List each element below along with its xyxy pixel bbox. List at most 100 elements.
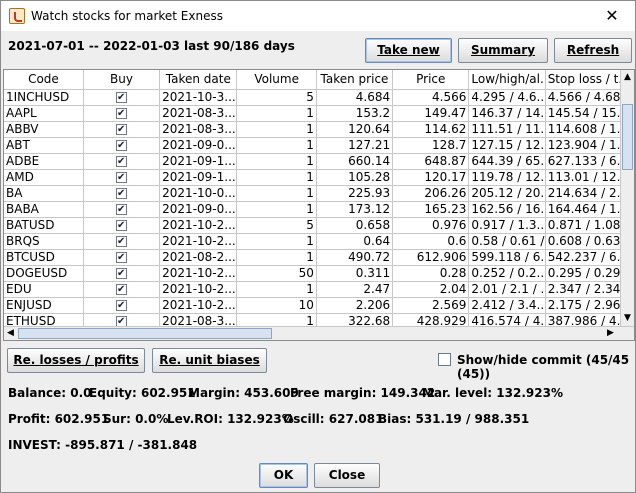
cell-volume[interactable]: 1 (236, 153, 317, 170)
buy-checkbox[interactable] (116, 202, 128, 216)
cell-stop-loss[interactable]: 4.566 / 4.684 (545, 89, 623, 106)
cell-stop-loss[interactable]: 0.295 / 0.299 (545, 265, 623, 282)
col-header-stop-loss[interactable]: Stop loss / t... (545, 70, 623, 90)
cell-taken-price[interactable]: 173.12 (316, 201, 394, 218)
cell-taken-date[interactable]: 2021-10-2... (159, 217, 238, 234)
col-header-price[interactable]: Price (392, 70, 470, 90)
cell-taken-date[interactable]: 2021-10-3... (159, 89, 238, 106)
table-row[interactable]: EDU 2021-10-2...12.472.042.01 / 2.1 / ...… (4, 281, 623, 298)
close-button[interactable]: Close (314, 463, 380, 488)
cell-code[interactable]: ADBE (4, 153, 84, 170)
cell-stop-loss[interactable]: 164.464 / 1... (545, 201, 623, 218)
cell-taken-date[interactable]: 2021-09-1... (159, 169, 238, 186)
cell-taken-price[interactable]: 490.72 (316, 249, 394, 266)
cell-stop-loss[interactable]: 114.608 / 1... (545, 121, 623, 138)
cell-low-high[interactable]: 0.252 / 0.2... (468, 265, 546, 282)
cell-buy[interactable] (83, 185, 161, 202)
show-hide-commit-label[interactable]: Show/hide commit (45/45 (45)) (457, 353, 635, 381)
cell-buy[interactable] (83, 105, 161, 122)
buy-checkbox[interactable] (116, 282, 128, 296)
cell-price[interactable]: 648.87 (392, 153, 470, 170)
cell-taken-price[interactable]: 2.47 (316, 281, 394, 298)
window-close-button[interactable]: ✕ (589, 1, 635, 31)
cell-taken-date[interactable]: 2021-10-2... (159, 297, 238, 314)
cell-code[interactable]: DOGEUSD (4, 265, 84, 282)
cell-code[interactable]: AAPL (4, 105, 84, 122)
cell-taken-price[interactable]: 660.14 (316, 153, 394, 170)
cell-low-high[interactable]: 0.917 / 1.3... (468, 217, 546, 234)
buy-checkbox[interactable] (116, 234, 128, 248)
buy-checkbox[interactable] (116, 266, 128, 280)
cell-stop-loss[interactable]: 113.01 / 12... (545, 169, 623, 186)
cell-volume[interactable]: 10 (236, 297, 317, 314)
cell-price[interactable]: 0.976 (392, 217, 470, 234)
buy-checkbox[interactable] (116, 250, 128, 264)
cell-code[interactable]: EDU (4, 281, 84, 298)
buy-checkbox[interactable] (116, 170, 128, 184)
buy-checkbox[interactable] (116, 106, 128, 120)
cell-code[interactable]: ABT (4, 137, 84, 154)
cell-low-high[interactable]: 0.58 / 0.61 /... (468, 233, 546, 250)
cell-price[interactable]: 206.26 (392, 185, 470, 202)
cell-taken-price[interactable]: 105.28 (316, 169, 394, 186)
cell-taken-price[interactable]: 0.658 (316, 217, 394, 234)
cell-taken-price[interactable]: 127.21 (316, 137, 394, 154)
horizontal-scroll-thumb[interactable] (18, 328, 272, 339)
cell-price[interactable]: 120.17 (392, 169, 470, 186)
cell-buy[interactable] (83, 297, 161, 314)
horizontal-scrollbar[interactable]: ◀ ▶ (4, 326, 634, 340)
cell-taken-price[interactable]: 225.93 (316, 185, 394, 202)
cell-taken-date[interactable]: 2021-08-3... (159, 121, 238, 138)
cell-buy[interactable] (83, 169, 161, 186)
cell-code[interactable]: BABA (4, 201, 84, 218)
cell-code[interactable]: ENJUSD (4, 297, 84, 314)
col-header-taken-price[interactable]: Taken price (316, 70, 394, 90)
stocks-table[interactable]: Code Buy Taken date Volume Taken price P… (3, 69, 635, 341)
cell-stop-loss[interactable]: 0.871 / 1.082 (545, 217, 623, 234)
cell-price[interactable]: 4.566 (392, 89, 470, 106)
buy-checkbox[interactable] (116, 298, 128, 312)
cell-stop-loss[interactable]: 2.175 / 2.962 (545, 297, 623, 314)
table-row[interactable]: 1INCHUSD 2021-10-3...54.6844.5664.295 / 4… (4, 89, 623, 106)
buy-checkbox[interactable] (116, 186, 128, 200)
table-row[interactable]: BATUSD 2021-10-2...50.6580.9760.917 / 1.3… (4, 217, 623, 234)
cell-code[interactable]: AMD (4, 169, 84, 186)
cell-taken-price[interactable]: 153.2 (316, 105, 394, 122)
cell-taken-price[interactable]: 2.206 (316, 297, 394, 314)
take-new-button[interactable]: Take new (365, 38, 452, 63)
cell-volume[interactable]: 1 (236, 281, 317, 298)
scroll-up-arrow-icon[interactable]: ▲ (624, 72, 631, 82)
cell-low-high[interactable]: 2.01 / 2.1 / ... (468, 281, 546, 298)
col-header-low-high[interactable]: Low/high/al... (468, 70, 546, 90)
cell-low-high[interactable]: 2.412 / 3.4... (468, 297, 546, 314)
cell-low-high[interactable]: 205.12 / 20... (468, 185, 546, 202)
cell-stop-loss[interactable]: 214.634 / 2... (545, 185, 623, 202)
cell-stop-loss[interactable]: 145.54 / 15... (545, 105, 623, 122)
cell-code[interactable]: ABBV (4, 121, 84, 138)
cell-taken-date[interactable]: 2021-09-1... (159, 153, 238, 170)
cell-buy[interactable] (83, 249, 161, 266)
vertical-scrollbar[interactable]: ▲ ▼ (620, 70, 634, 326)
summary-button[interactable]: Summary (458, 38, 548, 63)
cell-low-high[interactable]: 599.118 / 6... (468, 249, 546, 266)
scroll-left-arrow-icon[interactable]: ◀ (7, 328, 14, 338)
table-row[interactable]: ABT 2021-09-0...1127.21128.7127.15 / 12..… (4, 137, 623, 154)
col-header-code[interactable]: Code (4, 70, 84, 90)
re-unit-biases-button[interactable]: Re. unit biases (152, 348, 267, 373)
cell-buy[interactable] (83, 265, 161, 282)
cell-taken-date[interactable]: 2021-10-2... (159, 265, 238, 282)
cell-volume[interactable]: 1 (236, 121, 317, 138)
cell-price[interactable]: 0.28 (392, 265, 470, 282)
cell-volume[interactable]: 50 (236, 265, 317, 282)
table-row[interactable]: BRQS 2021-10-2...10.640.60.58 / 0.61 /...… (4, 233, 623, 250)
show-hide-commit-checkbox[interactable] (438, 353, 451, 366)
cell-buy[interactable] (83, 121, 161, 138)
scroll-down-arrow-icon[interactable]: ▼ (624, 313, 631, 323)
cell-stop-loss[interactable]: 2.347 / 2.347 (545, 281, 623, 298)
cell-taken-price[interactable]: 0.64 (316, 233, 394, 250)
cell-volume[interactable]: 5 (236, 89, 317, 106)
table-row[interactable]: AMD 2021-09-1...1105.28120.17119.78 / 12.… (4, 169, 623, 186)
cell-buy[interactable] (83, 217, 161, 234)
ok-button[interactable]: OK (259, 463, 308, 488)
cell-taken-date[interactable]: 2021-09-0... (159, 137, 238, 154)
